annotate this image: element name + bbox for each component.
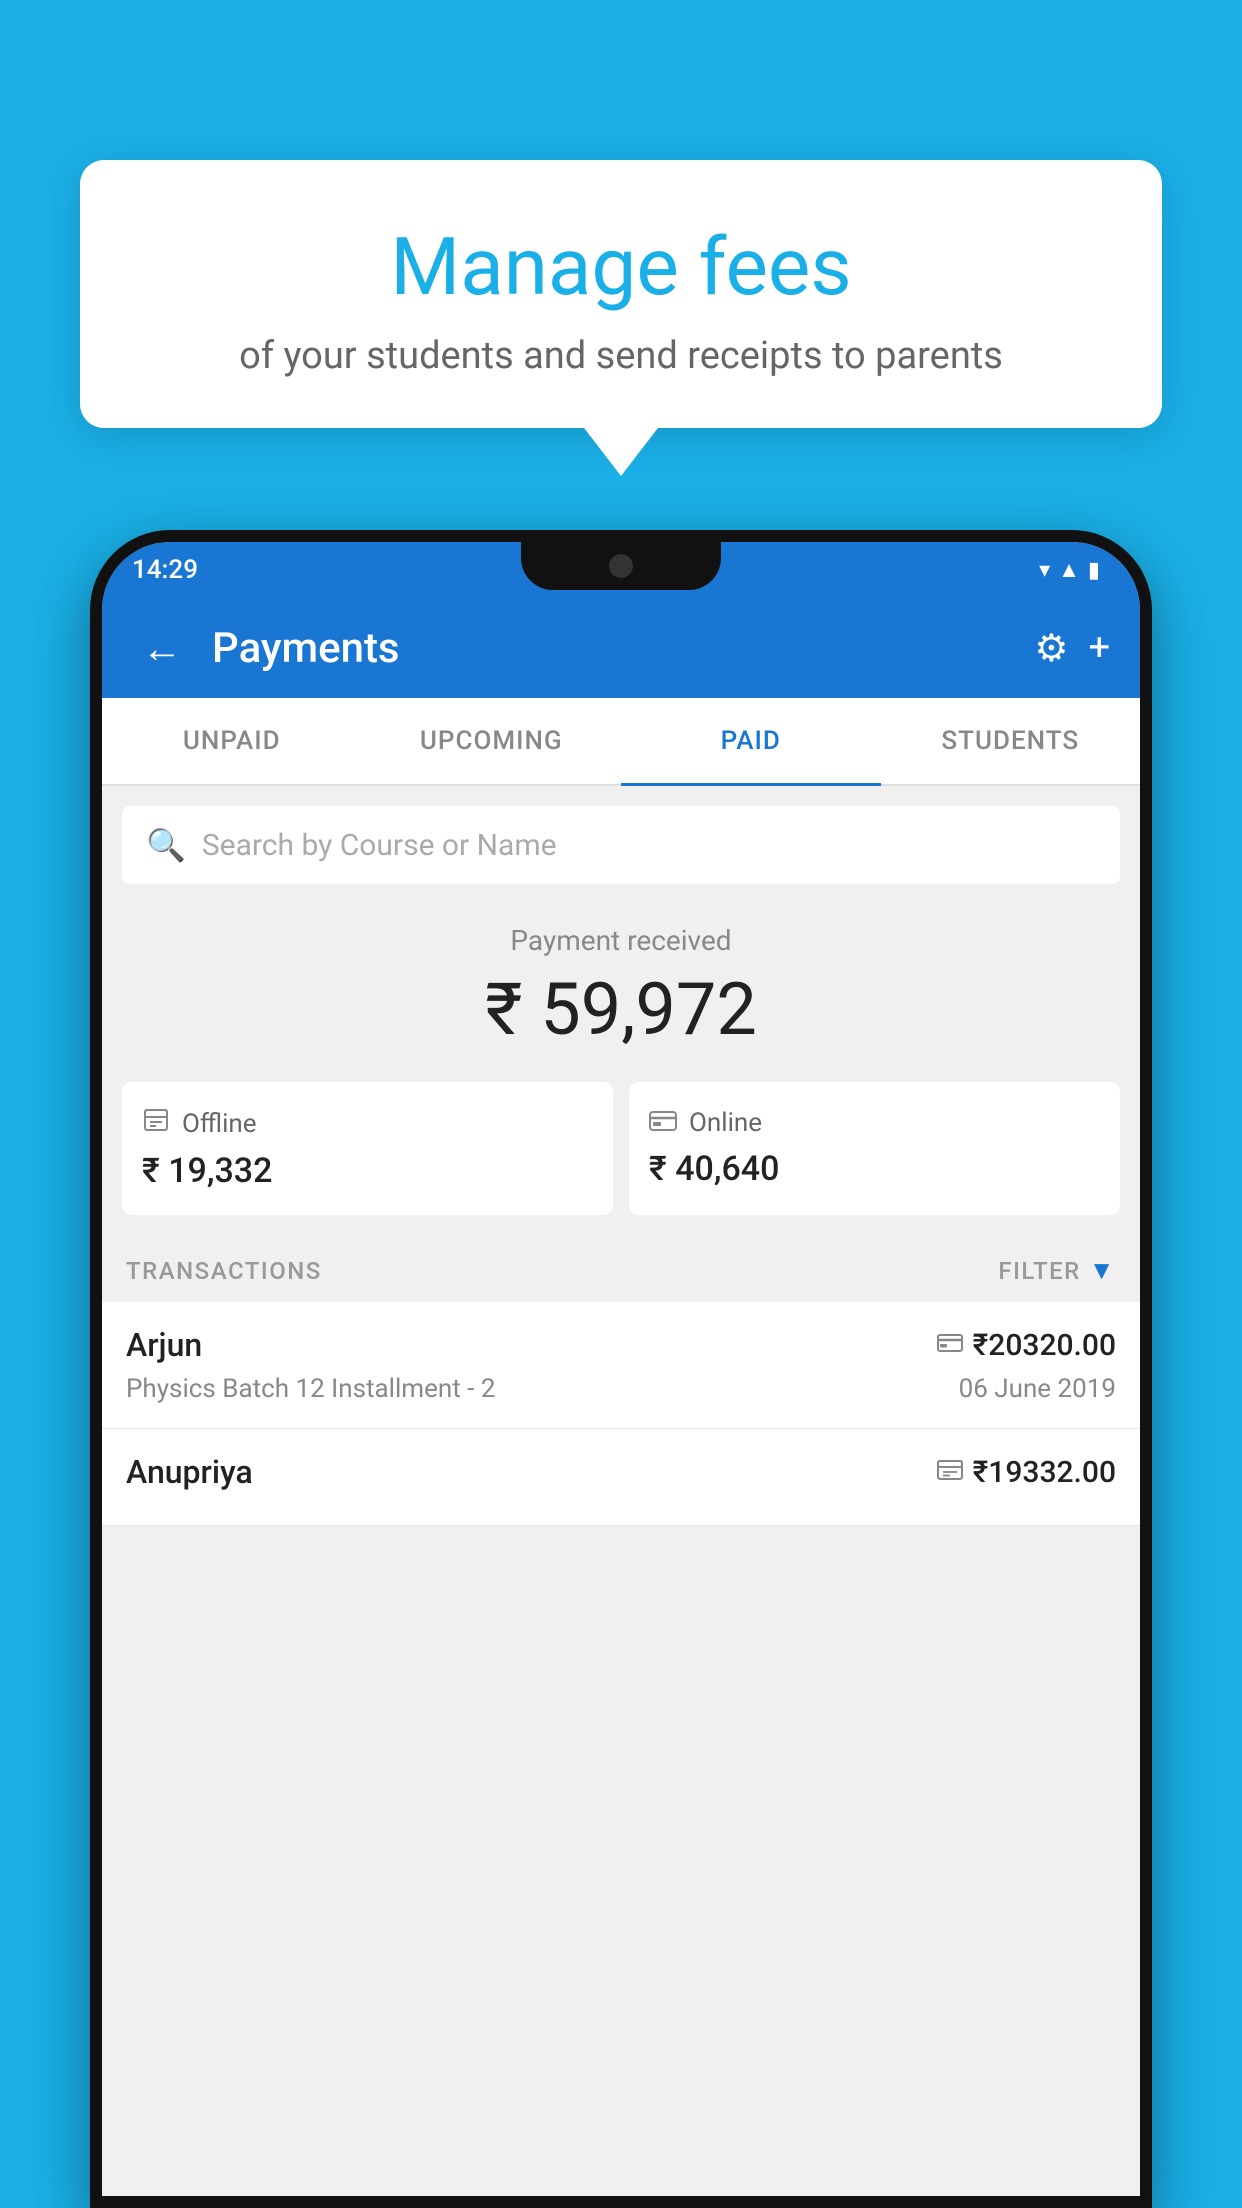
payment-total-amount: ₹ 59,972 <box>122 967 1120 1052</box>
settings-button[interactable]: ⚙ <box>1034 626 1068 671</box>
transaction-course: Physics Batch 12 Installment - 2 <box>126 1374 495 1404</box>
search-bar[interactable]: 🔍 Search by Course or Name <box>122 806 1120 884</box>
cash-payment-icon <box>937 1457 963 1487</box>
table-row[interactable]: Arjun ₹20320.00 Physics Batch 1 <box>102 1302 1140 1429</box>
signal-icon: ▲ <box>1058 557 1080 583</box>
transaction-amount-wrap: ₹20320.00 <box>937 1328 1116 1363</box>
battery-icon: ▮ <box>1088 558 1100 583</box>
speech-bubble-title: Manage fees <box>160 220 1082 314</box>
top-bar-actions: ⚙ + <box>1034 626 1110 671</box>
status-icons: ▾ ▲ ▮ <box>1039 557 1100 583</box>
payment-received-section: Payment received ₹ 59,972 <box>102 884 1140 1082</box>
camera-dot <box>609 554 633 578</box>
transaction-top: Anupriya ₹19332.00 <box>126 1453 1116 1491</box>
transaction-name: Anupriya <box>126 1453 253 1491</box>
transaction-name: Arjun <box>126 1326 202 1364</box>
payment-cards: Offline ₹ 19,332 <box>122 1082 1120 1215</box>
tab-paid[interactable]: PAID <box>621 698 881 784</box>
transactions-label: TRANSACTIONS <box>126 1257 322 1285</box>
online-icon <box>649 1106 677 1139</box>
filter-button[interactable]: FILTER ▼ <box>998 1255 1116 1286</box>
offline-card: Offline ₹ 19,332 <box>122 1082 613 1215</box>
online-label: Online <box>689 1108 762 1138</box>
online-amount: ₹ 40,640 <box>649 1149 1100 1189</box>
search-input[interactable]: Search by Course or Name <box>202 828 557 863</box>
offline-icon <box>142 1106 170 1141</box>
add-button[interactable]: + <box>1088 626 1110 670</box>
phone-frame: 14:29 ▾ ▲ ▮ ← Payments ⚙ + UNPAID UPCOMI… <box>90 530 1152 2208</box>
online-card: Online ₹ 40,640 <box>629 1082 1120 1215</box>
offline-card-header: Offline <box>142 1106 593 1141</box>
tab-unpaid[interactable]: UNPAID <box>102 698 362 784</box>
phone-notch <box>521 542 721 590</box>
page-title: Payments <box>212 624 1014 673</box>
transactions-header: TRANSACTIONS FILTER ▼ <box>102 1235 1140 1302</box>
speech-bubble: Manage fees of your students and send re… <box>80 160 1162 428</box>
transaction-amount: ₹20320.00 <box>973 1328 1116 1363</box>
status-time: 14:29 <box>132 555 198 585</box>
offline-label: Offline <box>182 1109 257 1139</box>
online-card-header: Online <box>649 1106 1100 1139</box>
filter-icon: ▼ <box>1089 1255 1116 1286</box>
transaction-top: Arjun ₹20320.00 <box>126 1326 1116 1364</box>
phone-inner: 14:29 ▾ ▲ ▮ ← Payments ⚙ + UNPAID UPCOMI… <box>102 542 1140 2196</box>
tabs: UNPAID UPCOMING PAID STUDENTS <box>102 698 1140 786</box>
back-button[interactable]: ← <box>132 615 192 682</box>
payment-received-label: Payment received <box>122 924 1120 957</box>
offline-amount: ₹ 19,332 <box>142 1151 593 1191</box>
search-icon: 🔍 <box>146 826 186 864</box>
table-row[interactable]: Anupriya ₹19332.00 <box>102 1429 1140 1526</box>
transaction-bottom: Physics Batch 12 Installment - 2 06 June… <box>126 1374 1116 1404</box>
tab-upcoming[interactable]: UPCOMING <box>362 698 622 784</box>
top-bar: ← Payments ⚙ + <box>102 598 1140 698</box>
card-payment-icon <box>937 1330 963 1360</box>
wifi-icon: ▾ <box>1039 558 1050 583</box>
transaction-date: 06 June 2019 <box>959 1374 1116 1404</box>
content-area: 🔍 Search by Course or Name Payment recei… <box>102 786 1140 2196</box>
tab-students[interactable]: STUDENTS <box>881 698 1141 784</box>
transaction-amount-wrap: ₹19332.00 <box>937 1455 1116 1490</box>
transaction-amount: ₹19332.00 <box>973 1455 1116 1490</box>
filter-label: FILTER <box>998 1257 1080 1285</box>
speech-bubble-subtitle: of your students and send receipts to pa… <box>160 334 1082 378</box>
